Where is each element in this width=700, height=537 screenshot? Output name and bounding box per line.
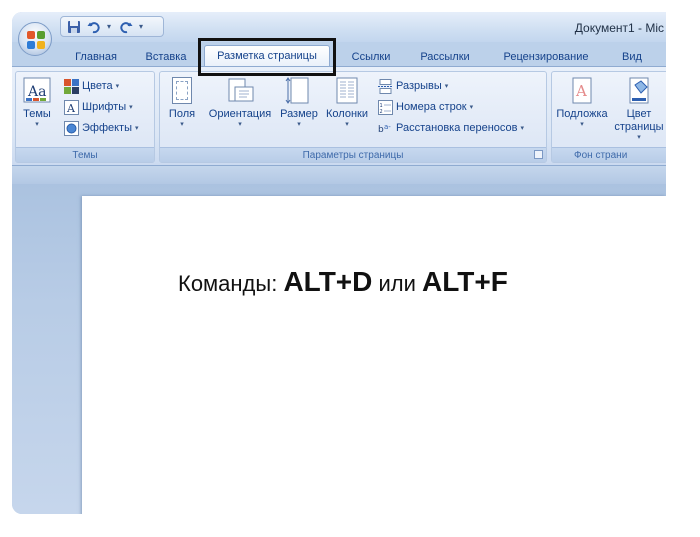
effects-icon bbox=[64, 120, 79, 136]
breaks-label: Разрывы bbox=[396, 80, 442, 92]
document-text[interactable]: Команды: ALT+D или ALT+F bbox=[178, 266, 508, 298]
fonts-button[interactable]: A Шрифты ▾ bbox=[64, 97, 133, 117]
chevron-down-icon: ▾ bbox=[444, 83, 449, 90]
redo-icon[interactable] bbox=[119, 20, 133, 34]
ribbon: Aa Темы ▾ Цвета ▾ A Шрифты ▾ Эффекты ▾ Т… bbox=[12, 66, 666, 166]
chevron-down-icon: ▾ bbox=[345, 121, 349, 128]
svg-text:A: A bbox=[575, 82, 587, 100]
chevron-down-icon: ▾ bbox=[520, 125, 524, 132]
watermark-icon: A bbox=[567, 76, 597, 106]
margins-label: Поля bbox=[168, 108, 196, 120]
page-color-label-line1: Цвет bbox=[626, 108, 652, 120]
size-icon bbox=[284, 76, 314, 106]
fonts-icon: A bbox=[64, 99, 79, 115]
undo-icon[interactable] bbox=[87, 20, 101, 34]
page-setup-group: Поля ▾ Ориентация ▾ Размер ▾ Колонки ▾ Р… bbox=[159, 71, 547, 163]
office-logo-quadrant bbox=[37, 31, 45, 39]
svg-text:Aa: Aa bbox=[27, 84, 46, 100]
chevron-down-icon: ▾ bbox=[637, 134, 641, 141]
chevron-down-icon: ▾ bbox=[580, 121, 584, 128]
size-label: Размер bbox=[280, 108, 318, 120]
effects-button[interactable]: Эффекты ▾ bbox=[64, 118, 139, 138]
document-page[interactable]: Команды: ALT+D или ALT+F bbox=[82, 196, 666, 514]
tab-insert[interactable]: Вставка bbox=[140, 48, 192, 66]
save-icon[interactable] bbox=[67, 20, 81, 34]
watermark-label: Подложка bbox=[556, 108, 608, 120]
orientation-label: Ориентация bbox=[208, 108, 272, 120]
chevron-down-icon: ▾ bbox=[35, 121, 39, 128]
chevron-down-icon: ▾ bbox=[469, 104, 474, 111]
shortcut-alt-f: ALT+F bbox=[422, 266, 508, 297]
tab-page-layout[interactable]: Разметка страницы bbox=[204, 45, 330, 67]
page-color-icon bbox=[624, 76, 654, 106]
line-numbers-icon: 12 bbox=[378, 99, 393, 115]
tab-home[interactable]: Главная bbox=[68, 48, 124, 66]
ruler-strip bbox=[12, 166, 666, 184]
document-area: Команды: ALT+D или ALT+F bbox=[12, 166, 666, 514]
joiner-word: или bbox=[378, 271, 416, 296]
tab-mailings[interactable]: Рассылки bbox=[414, 48, 476, 66]
svg-text:2: 2 bbox=[380, 109, 383, 115]
commands-prefix: Команды: bbox=[178, 271, 278, 296]
tab-references[interactable]: Ссылки bbox=[346, 48, 396, 66]
tab-review[interactable]: Рецензирование bbox=[496, 48, 596, 66]
page-background-group: A Подложка ▾ Цвет страницы ▾ Фон страни bbox=[551, 71, 666, 163]
shortcut-alt-d: ALT+D bbox=[283, 266, 373, 297]
page-setup-launcher-icon[interactable] bbox=[534, 150, 543, 159]
tab-view[interactable]: Вид bbox=[616, 48, 648, 66]
hyphenation-button[interactable]: b a- Расстановка переносов ▾ bbox=[378, 118, 524, 138]
colors-label: Цвета bbox=[82, 80, 113, 92]
office-logo-quadrant bbox=[37, 41, 45, 49]
quick-access-toolbar: ▾ ▾ bbox=[60, 16, 164, 37]
undo-dropdown-icon[interactable]: ▾ bbox=[107, 20, 113, 34]
breaks-icon bbox=[378, 78, 393, 94]
window-title: Документ1 - Mic bbox=[574, 21, 664, 35]
hyphenation-label: Расстановка переносов bbox=[396, 122, 518, 134]
columns-icon bbox=[332, 76, 362, 106]
themes-label: Темы bbox=[23, 108, 51, 120]
office-logo-quadrant bbox=[27, 31, 35, 39]
office-logo-icon bbox=[27, 31, 45, 49]
margins-button[interactable]: Поля ▾ bbox=[164, 76, 200, 129]
office-button[interactable] bbox=[18, 22, 52, 56]
chevron-down-icon: ▾ bbox=[297, 121, 301, 128]
themes-icon: Aa bbox=[22, 76, 52, 106]
columns-button[interactable]: Колонки ▾ bbox=[322, 76, 372, 129]
page-margins-shape bbox=[172, 77, 192, 104]
orientation-icon bbox=[225, 76, 255, 106]
chevron-down-icon: ▾ bbox=[238, 121, 242, 128]
hyphenation-icon: b a- bbox=[378, 121, 393, 136]
breaks-button[interactable]: Разрывы ▾ bbox=[378, 76, 448, 96]
themes-button[interactable]: Aa Темы ▾ bbox=[20, 76, 54, 129]
size-button[interactable]: Размер ▾ bbox=[278, 76, 320, 129]
line-numbers-button[interactable]: 12 Номера строк ▾ bbox=[378, 97, 473, 117]
svg-text:a-: a- bbox=[384, 123, 391, 131]
margins-icon bbox=[167, 76, 197, 106]
office-logo-quadrant bbox=[27, 41, 35, 49]
fonts-label: Шрифты bbox=[82, 101, 127, 113]
page-color-button[interactable]: Цвет страницы ▾ bbox=[612, 76, 666, 142]
colors-button[interactable]: Цвета ▾ bbox=[64, 76, 119, 96]
chevron-down-icon: ▾ bbox=[180, 121, 184, 128]
customize-qat-icon[interactable]: ▾ bbox=[139, 20, 145, 34]
themes-group-label: Темы bbox=[16, 147, 154, 162]
page-setup-group-label: Параметры страницы bbox=[160, 147, 546, 162]
page-color-label-line2: страницы bbox=[614, 121, 664, 133]
word-window: ▾ ▾ Документ1 - Mic Главная Вставка Разм… bbox=[12, 12, 666, 514]
title-bar: ▾ ▾ Документ1 - Mic bbox=[12, 12, 666, 42]
ribbon-tabs: Главная Вставка Разметка страницы Ссылки… bbox=[12, 42, 666, 67]
chevron-down-icon: ▾ bbox=[115, 83, 120, 90]
watermark-button[interactable]: A Подложка ▾ bbox=[554, 76, 610, 129]
themes-group: Aa Темы ▾ Цвета ▾ A Шрифты ▾ Эффекты ▾ Т… bbox=[15, 71, 155, 163]
colors-icon bbox=[64, 78, 79, 94]
page-background-group-label: Фон страни bbox=[552, 147, 666, 162]
chevron-down-icon: ▾ bbox=[129, 104, 133, 111]
svg-text:A: A bbox=[66, 102, 76, 115]
chevron-down-icon: ▾ bbox=[135, 125, 139, 132]
line-numbers-label: Номера строк bbox=[396, 101, 467, 113]
orientation-button[interactable]: Ориентация ▾ bbox=[204, 76, 276, 129]
columns-label: Колонки bbox=[326, 108, 368, 120]
effects-label: Эффекты bbox=[82, 122, 133, 134]
